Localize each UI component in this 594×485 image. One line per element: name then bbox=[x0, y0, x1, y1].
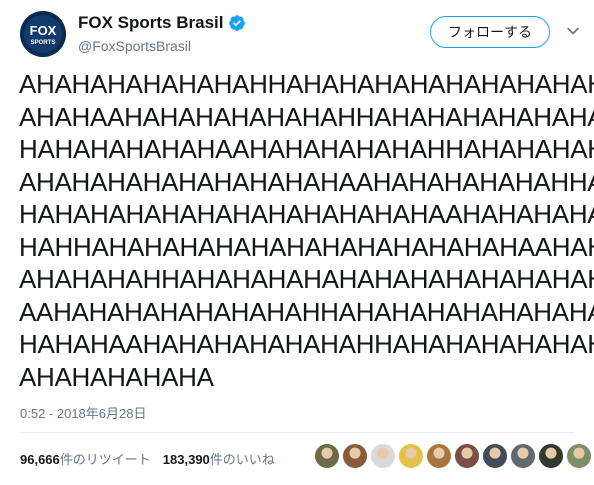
liker-avatar[interactable] bbox=[482, 443, 508, 469]
tweet-text-line: HAHHAHAHAHAHAHAHAHAHAHAHAHAHAAHAH bbox=[19, 231, 594, 262]
retweets-label: 件のリツイート bbox=[59, 452, 151, 467]
tweet-header: FOX SPORTS FOX Sports Brasil @FoxSportsB… bbox=[0, 0, 594, 66]
tweet-text-line: AHAHAHAHAHAHAHHAHAHAHAHAHAHAHAHAH bbox=[19, 69, 594, 99]
liker-avatar[interactable] bbox=[314, 443, 340, 469]
liker-avatar[interactable] bbox=[370, 443, 396, 469]
tweet-text-line: AHAHAAHAHAHAHAHAHAHHAHAHAHAHAHAHA bbox=[19, 101, 594, 132]
retweets-stat[interactable]: 96,666件のリツイート bbox=[20, 449, 151, 468]
tweet-text-line: HAHAHAHAHAHAHAHAHAHAHAHAAHAHAHAHA bbox=[19, 199, 594, 229]
liker-avatars bbox=[314, 443, 594, 469]
tweet-text-line: AHAHAHAHHAHAHAHAHAHAHAHAHAHAHAHAH bbox=[19, 264, 594, 294]
tweet-text-line: AHAHAHAHAHA bbox=[19, 361, 214, 392]
liker-avatar[interactable] bbox=[426, 443, 452, 469]
avatar-logo-subtext: SPORTS bbox=[31, 40, 56, 46]
avatar-logo-text: FOX bbox=[30, 23, 57, 38]
liker-avatar[interactable] bbox=[398, 443, 424, 469]
liker-avatar[interactable] bbox=[510, 443, 536, 469]
liker-avatar[interactable] bbox=[342, 443, 368, 469]
likes-count: 183,390 bbox=[162, 452, 210, 467]
tweet-text-line: AAHAHAHAHAHAHAHAHHAHAHAHAHAHAHAHA bbox=[19, 296, 594, 327]
liker-avatar[interactable] bbox=[454, 443, 480, 469]
likes-stat[interactable]: 183,390件のいいね bbox=[163, 449, 275, 468]
tweet-text-line: AHAHAHAHAHAHAHAHAHAAHAHAHAHAHAHHA bbox=[19, 166, 594, 197]
account-handle[interactable]: @FoxSportsBrasil bbox=[78, 38, 191, 54]
chevron-down-icon[interactable] bbox=[566, 24, 580, 38]
account-avatar[interactable]: FOX SPORTS bbox=[20, 11, 66, 57]
name-row: FOX Sports Brasil bbox=[78, 13, 246, 33]
retweets-count: 96,666 bbox=[20, 452, 60, 467]
liker-avatar[interactable] bbox=[538, 443, 564, 469]
verified-badge-icon bbox=[229, 15, 246, 31]
follow-button[interactable]: フォローする bbox=[430, 16, 550, 48]
liker-avatar[interactable] bbox=[566, 443, 592, 469]
tweet-timestamp[interactable]: 0:52 - 2018年6月28日 bbox=[20, 403, 146, 422]
tweet-text-line: HAHAHAHAHAHAAHAHAHAHAHAHHAHAHAHAH bbox=[19, 134, 594, 164]
tweet-stats: 96,666件のリツイート 183,390件のいいね bbox=[20, 449, 287, 468]
divider bbox=[20, 432, 574, 433]
display-name[interactable]: FOX Sports Brasil bbox=[78, 13, 223, 33]
likes-label: 件のいいね bbox=[209, 452, 275, 467]
tweet-text-line: HAHAHAAHAHAHAHAHAHAHHAHAHAHAHAHAH bbox=[19, 329, 594, 359]
tweet-text: AHAHAHAHAHAHAHHAHAHAHAHAHAHAHAHAH AHAHAA… bbox=[19, 68, 594, 393]
